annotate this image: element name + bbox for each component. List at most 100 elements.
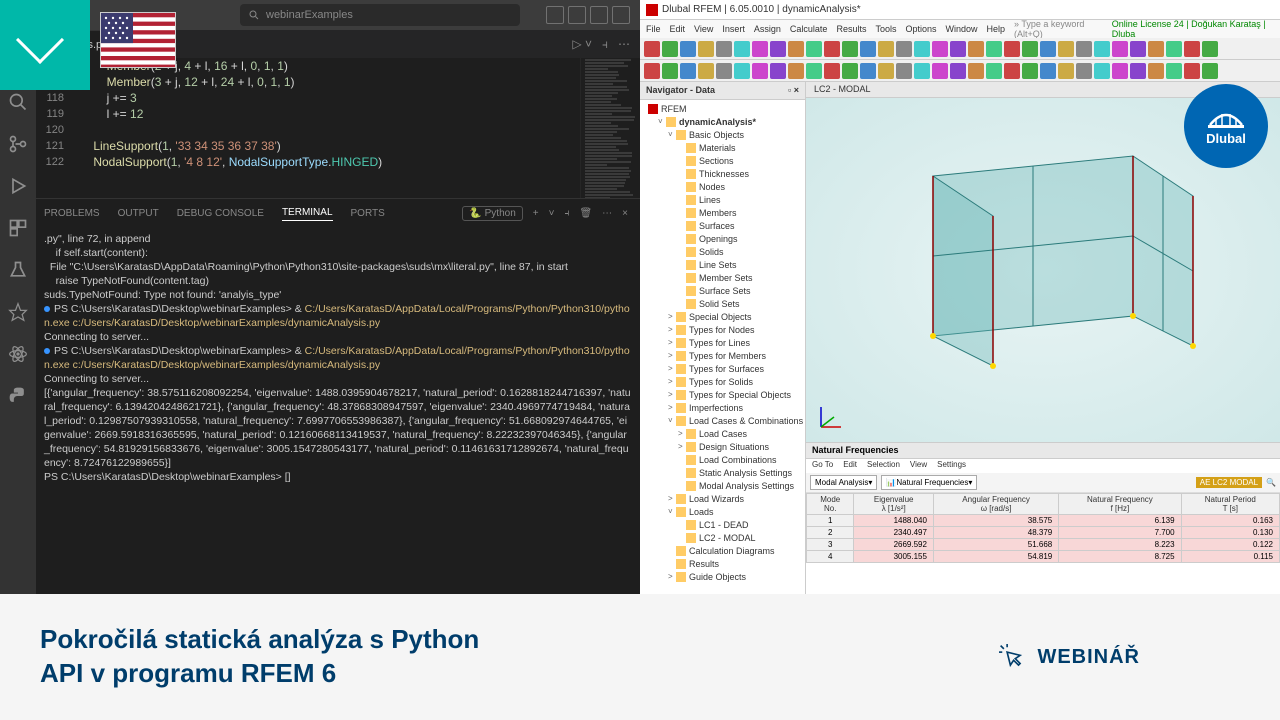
toolbar-button[interactable] — [662, 63, 678, 79]
results-menu-item[interactable]: Edit — [843, 460, 857, 472]
tree-item[interactable]: ˃Guide Objects — [644, 570, 803, 583]
tree-item[interactable]: ˃Types for Surfaces — [644, 362, 803, 375]
tree-item[interactable]: ˃Types for Lines — [644, 336, 803, 349]
panel-tab-terminal[interactable]: TERMINAL — [282, 207, 333, 221]
toolbar-button[interactable] — [1004, 63, 1020, 79]
toolbar-button[interactable] — [1202, 41, 1218, 57]
add-terminal-icon[interactable]: + — [533, 208, 539, 219]
atom-icon[interactable] — [8, 344, 28, 364]
tree-item[interactable]: ˃Load Cases — [644, 427, 803, 440]
tree-item[interactable]: ˅Loads — [644, 505, 803, 518]
toolbar-button[interactable] — [950, 41, 966, 57]
toolbar-button[interactable] — [914, 63, 930, 79]
tree-item[interactable]: Load Combinations — [644, 453, 803, 466]
toolbar-button[interactable] — [1094, 63, 1110, 79]
toolbar-button[interactable] — [1040, 63, 1056, 79]
more-icon[interactable]: ⋯ — [618, 37, 630, 52]
terminal-output[interactable]: .py", line 72, in append if self.start(c… — [0, 228, 640, 594]
toolbar-button[interactable] — [932, 41, 948, 57]
toolbar-button[interactable] — [878, 63, 894, 79]
tree-item[interactable]: Solids — [644, 245, 803, 258]
toolbar-button[interactable] — [770, 41, 786, 57]
toolbar-button[interactable] — [770, 63, 786, 79]
menu-options[interactable]: Options — [905, 24, 936, 34]
toolbar-button[interactable] — [680, 41, 696, 57]
layout-right-icon[interactable] — [590, 6, 608, 24]
kernel-badge[interactable]: 🐍 Python — [462, 206, 522, 221]
toolbar-button[interactable] — [752, 63, 768, 79]
tree-item[interactable]: Modal Analysis Settings — [644, 479, 803, 492]
source-control-icon[interactable] — [8, 134, 28, 154]
minimap[interactable] — [580, 58, 640, 198]
toolbar-button[interactable] — [878, 41, 894, 57]
menu-calculate[interactable]: Calculate — [790, 24, 828, 34]
toolbar-button[interactable] — [662, 41, 678, 57]
results-menu-item[interactable]: Go To — [812, 460, 833, 472]
toolbar-button[interactable] — [1112, 41, 1128, 57]
tree-item[interactable]: ˃Types for Special Objects — [644, 388, 803, 401]
toolbar-button[interactable] — [914, 41, 930, 57]
tree-item[interactable]: Static Analysis Settings — [644, 466, 803, 479]
tree-item[interactable]: ˃Special Objects — [644, 310, 803, 323]
panel-tab-output[interactable]: OUTPUT — [118, 208, 159, 219]
toolbar-button[interactable] — [842, 63, 858, 79]
menu-results[interactable]: Results — [836, 24, 866, 34]
tree-item[interactable]: ˅dynamicAnalysis* — [644, 115, 803, 128]
results-table[interactable]: ModeNo.Eigenvalueλ [1/s²]Angular Frequen… — [806, 493, 1280, 594]
toolbar-button[interactable] — [1076, 41, 1092, 57]
tree-item[interactable]: ˃Imperfections — [644, 401, 803, 414]
panel-tab-problems[interactable]: PROBLEMS — [44, 208, 100, 219]
toolbar-button[interactable] — [986, 41, 1002, 57]
toolbar-button[interactable] — [752, 41, 768, 57]
tree-item[interactable]: Openings — [644, 232, 803, 245]
filter-icon[interactable]: 🔍 — [1266, 478, 1276, 487]
toolbar-button[interactable] — [824, 41, 840, 57]
toolbar-button[interactable] — [644, 63, 660, 79]
split-terminal-icon[interactable]: ⫞ — [564, 208, 569, 219]
gitlab-icon[interactable] — [8, 302, 28, 322]
toolbar-button[interactable] — [1166, 41, 1182, 57]
toolbar-button[interactable] — [1130, 41, 1146, 57]
toolbar-button[interactable] — [986, 63, 1002, 79]
toolbar-button[interactable] — [1094, 41, 1110, 57]
layout-bottom-icon[interactable] — [568, 6, 586, 24]
tree-item[interactable]: Lines — [644, 193, 803, 206]
toolbar-button[interactable] — [1058, 41, 1074, 57]
tree-item[interactable]: Results — [644, 557, 803, 570]
search-icon[interactable] — [8, 92, 28, 112]
menu-tools[interactable]: Tools — [875, 24, 896, 34]
extensions-icon[interactable] — [8, 218, 28, 238]
menu-view[interactable]: View — [694, 24, 713, 34]
toolbar-button[interactable] — [1022, 41, 1038, 57]
tree-item[interactable]: Materials — [644, 141, 803, 154]
tree-root[interactable]: RFEM — [644, 102, 803, 115]
toolbar-button[interactable] — [932, 63, 948, 79]
menu-file[interactable]: File — [646, 24, 661, 34]
code-editor[interactable]: 116 Member(2 + j, 4 + l, 16 + l, 0, 1, 1… — [0, 58, 640, 198]
toolbar-button[interactable] — [842, 41, 858, 57]
flask-icon[interactable] — [8, 260, 28, 280]
tree-item[interactable]: LC1 - DEAD — [644, 518, 803, 531]
toolbar-button[interactable] — [1166, 63, 1182, 79]
toolbar-button[interactable] — [1148, 41, 1164, 57]
toolbar-button[interactable] — [1148, 63, 1164, 79]
toolbar-button[interactable] — [824, 63, 840, 79]
toolbar-button[interactable] — [788, 63, 804, 79]
toolbar-button[interactable] — [860, 41, 876, 57]
toolbar-button[interactable] — [968, 63, 984, 79]
toolbar-button[interactable] — [698, 63, 714, 79]
tree-item[interactable]: Member Sets — [644, 271, 803, 284]
trash-icon[interactable]: 🗑 — [579, 208, 592, 219]
toolbar-button[interactable] — [716, 41, 732, 57]
toolbar-button[interactable] — [896, 63, 912, 79]
tree-item[interactable]: ˅Load Cases & Combinations — [644, 414, 803, 427]
toolbar-button[interactable] — [1112, 63, 1128, 79]
toolbar-button[interactable] — [1004, 41, 1020, 57]
command-search[interactable]: webinarExamples — [240, 4, 520, 26]
toolbar-button[interactable] — [1184, 63, 1200, 79]
toolbar-button[interactable] — [680, 63, 696, 79]
layout-left-icon[interactable] — [546, 6, 564, 24]
analysis-type-dropdown[interactable]: Modal Analysis ▾ — [810, 475, 877, 490]
tree-item[interactable]: Members — [644, 206, 803, 219]
tree-item[interactable]: Surfaces — [644, 219, 803, 232]
